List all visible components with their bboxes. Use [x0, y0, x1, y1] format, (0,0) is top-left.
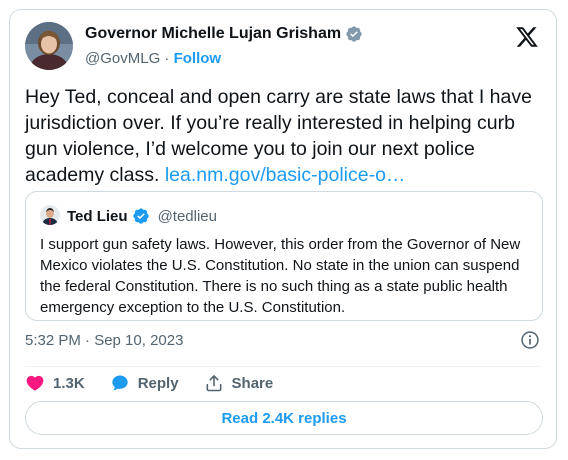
x-logo-icon[interactable] [515, 25, 539, 49]
quoted-tweet[interactable]: Ted Lieu @tedlieu I support gun safety l… [25, 191, 543, 321]
verified-badge-icon [132, 208, 149, 224]
author-name[interactable]: Governor Michelle Lujan Grisham [85, 25, 341, 43]
speech-bubble-icon [112, 375, 128, 391]
author-name-row[interactable]: Governor Michelle Lujan Grisham [85, 25, 363, 43]
author-handle[interactable]: @GovMLG [85, 50, 160, 67]
tweet-card: Governor Michelle Lujan Grisham @GovMLG … [9, 9, 557, 449]
tweet-link[interactable]: lea.nm.gov/basic-police-o… [165, 164, 406, 186]
like-button[interactable]: 1.3K [25, 373, 85, 393]
tweet-timestamp[interactable]: 5:32 PM · Sep 10, 2023 [25, 332, 183, 349]
handle-separator: · [164, 50, 170, 67]
read-replies-button[interactable]: Read 2.4K replies [25, 401, 543, 435]
info-icon[interactable] [520, 330, 540, 350]
action-bar: 1.3K Reply Share [25, 372, 298, 394]
like-count: 1.3K [53, 374, 85, 392]
share-button[interactable]: Share [204, 373, 274, 393]
quoted-author-name[interactable]: Ted Lieu [67, 208, 128, 225]
author-handle-row: @GovMLG · Follow [85, 50, 221, 67]
divider [25, 366, 541, 367]
share-label: Share [231, 374, 274, 392]
tweet-text: Hey Ted, conceal and open carry are stat… [25, 84, 540, 188]
verified-badge-icon [346, 26, 362, 42]
quoted-author-row: Ted Lieu @tedlieu [67, 207, 217, 225]
quoted-author-handle[interactable]: @tedlieu [158, 208, 217, 225]
reply-label: Reply [137, 374, 179, 392]
heart-icon [26, 375, 44, 391]
share-arrow-icon [206, 375, 222, 392]
follow-button[interactable]: Follow [174, 50, 222, 67]
author-avatar[interactable] [25, 22, 73, 70]
reply-button[interactable]: Reply [110, 373, 179, 393]
quoted-tweet-text: I support gun safety laws. However, this… [40, 236, 521, 316]
quoted-author-avatar[interactable] [40, 205, 60, 225]
